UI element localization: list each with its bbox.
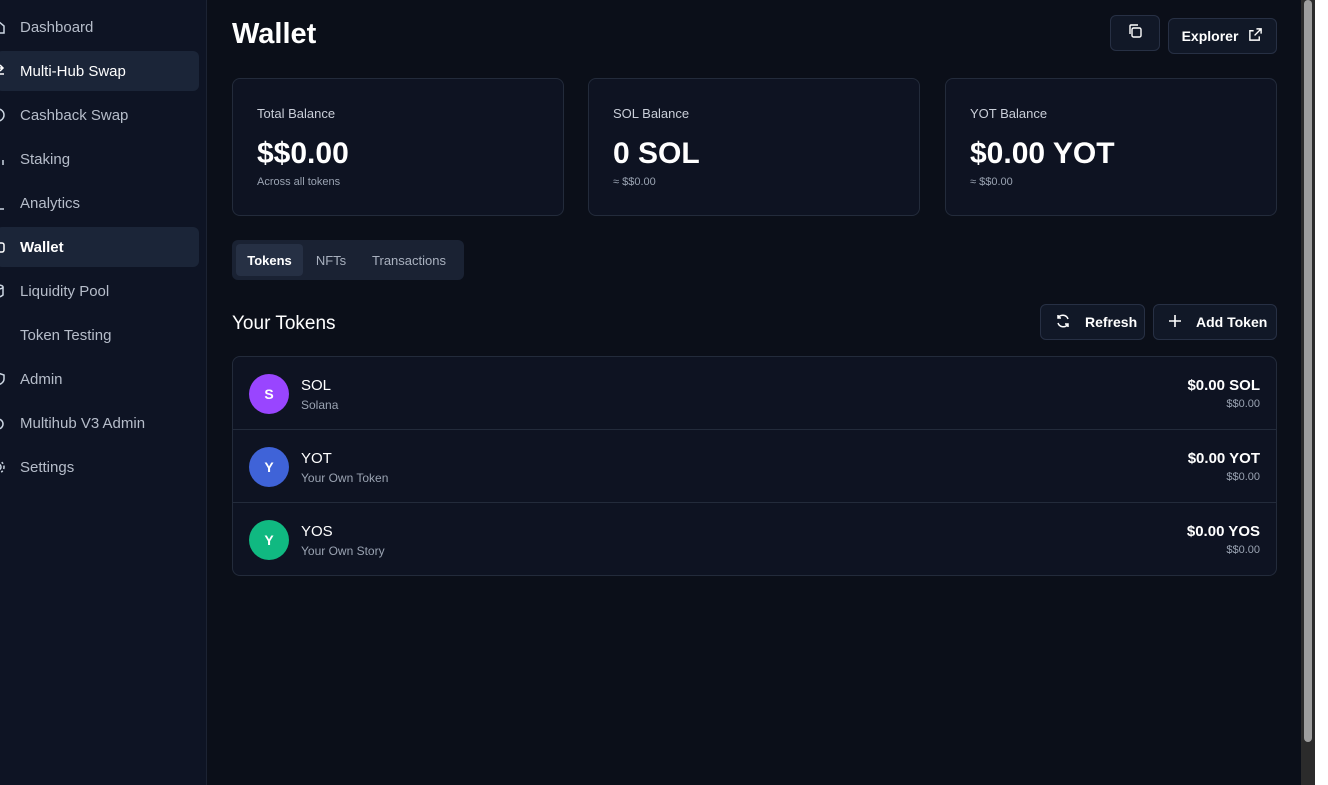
card-label: YOT Balance: [970, 106, 1048, 121]
home-icon: [0, 7, 20, 47]
sidebar-item-admin[interactable]: Admin: [0, 359, 199, 399]
test-icon: [0, 315, 20, 355]
total-balance-card: Total Balance $$0.00 Across all tokens: [232, 78, 564, 216]
shield-icon: [0, 359, 20, 399]
list-item[interactable]: Y YOS Your Own Story $0.00 YOS $$0.00: [233, 503, 1276, 576]
staking-icon: [0, 139, 20, 179]
sidebar-item-label: Staking: [20, 150, 71, 168]
token-symbol: SOL: [301, 377, 332, 394]
admin-icon: [0, 403, 20, 443]
sidebar-item-wallet[interactable]: Wallet: [0, 227, 199, 267]
sidebar-item-settings[interactable]: Settings: [0, 447, 199, 487]
list-item[interactable]: Y YOT Your Own Token $0.00 YOT $$0.00: [233, 430, 1276, 503]
sidebar-item-label: Cashback Swap: [20, 106, 129, 124]
token-usd-value: $$0.00: [1226, 544, 1260, 556]
pool-icon: [0, 271, 20, 311]
sidebar-item-token-testing[interactable]: Token Testing: [0, 315, 199, 355]
sidebar-item-label: Settings: [20, 458, 75, 476]
sidebar-item-label: Wallet: [20, 238, 64, 256]
wallet-tabs: Tokens NFTs Transactions: [232, 240, 464, 280]
token-avatar: Y: [249, 520, 289, 560]
chart-icon: [0, 183, 20, 223]
sidebar-item-label: Multihub V3 Admin: [20, 414, 146, 432]
copy-address-button[interactable]: [1110, 15, 1160, 51]
tab-transactions[interactable]: Transactions: [359, 244, 459, 276]
scrollbar-thumb[interactable]: [1304, 0, 1312, 742]
token-name: Your Own Story: [301, 544, 385, 558]
swap-icon: [0, 51, 20, 91]
cashback-icon: [0, 95, 20, 135]
tab-tokens[interactable]: Tokens: [236, 244, 303, 276]
token-balance: $0.00 YOS: [1186, 523, 1260, 540]
explorer-button-label: Explorer: [1181, 28, 1239, 44]
sidebar-item-cashback-swap[interactable]: Cashback Swap: [0, 95, 199, 135]
sidebar-item-liquidity-pool[interactable]: Liquidity Pool: [0, 271, 199, 311]
section-title: Your Tokens: [232, 313, 336, 334]
token-balance: $0.00 YOT: [1187, 450, 1260, 467]
token-name: Your Own Token: [301, 471, 389, 485]
sol-balance-card: SOL Balance 0 SOL ≈ $$0.00: [588, 78, 920, 216]
sidebar-item-analytics[interactable]: Analytics: [0, 183, 199, 223]
page-title: Wallet: [232, 18, 317, 50]
plus-icon: [1168, 314, 1182, 331]
gear-icon: [0, 447, 20, 487]
sidebar-item-multi-hub-swap[interactable]: Multi-Hub Swap: [0, 51, 199, 91]
sidebar-item-label: Admin: [20, 370, 63, 388]
sidebar-item-dashboard[interactable]: Dashboard: [0, 7, 199, 47]
token-symbol: YOS: [301, 523, 333, 540]
sidebar-item-label: Token Testing: [20, 326, 112, 344]
card-value: $$0.00: [257, 137, 349, 170]
refresh-button[interactable]: Refresh: [1040, 304, 1145, 340]
card-subtext: ≈ $$0.00: [613, 176, 656, 188]
sidebar-item-label: Liquidity Pool: [20, 282, 110, 300]
add-token-button-label: Add Token: [1196, 314, 1268, 330]
wallet-icon: [0, 227, 20, 267]
sidebar-item-multihub-v3-admin[interactable]: Multihub V3 Admin: [0, 403, 199, 443]
card-label: Total Balance: [257, 106, 336, 121]
card-value: 0 SOL: [613, 137, 700, 170]
sidebar-item-label: Dashboard: [20, 18, 94, 36]
refresh-icon: [1055, 313, 1071, 332]
token-balance: $0.00 SOL: [1187, 377, 1260, 394]
card-label: SOL Balance: [613, 106, 690, 121]
external-link-icon: [1248, 27, 1263, 45]
sidebar: Dashboard Multi-Hub Swap Cashback Swap S…: [0, 0, 207, 785]
card-subtext: Across all tokens: [257, 176, 341, 188]
sidebar-item-label: Analytics: [20, 194, 81, 212]
token-usd-value: $$0.00: [1226, 471, 1260, 483]
token-name: Solana: [301, 398, 339, 412]
main-content: Wallet Explorer Total Balance $$0.00 Acr…: [208, 0, 1301, 785]
card-value: $0.00 YOT: [970, 137, 1115, 170]
token-avatar: Y: [249, 447, 289, 487]
explorer-button[interactable]: Explorer: [1168, 18, 1277, 54]
sidebar-item-staking[interactable]: Staking: [0, 139, 199, 179]
list-item[interactable]: S SOL Solana $0.00 SOL $$0.00: [233, 357, 1276, 430]
refresh-button-label: Refresh: [1085, 314, 1138, 330]
token-usd-value: $$0.00: [1226, 398, 1260, 410]
sidebar-item-label: Multi-Hub Swap: [20, 62, 126, 80]
copy-icon: [1127, 23, 1143, 44]
token-list: S SOL Solana $0.00 SOL $$0.00 Y YOT Your…: [232, 356, 1277, 576]
token-symbol: YOT: [301, 450, 332, 467]
add-token-button[interactable]: Add Token: [1153, 304, 1277, 340]
yot-balance-card: YOT Balance $0.00 YOT ≈ $$0.00: [945, 78, 1277, 216]
card-subtext: ≈ $$0.00: [970, 176, 1013, 188]
window-edge: [1315, 0, 1328, 785]
tab-nfts[interactable]: NFTs: [305, 244, 357, 276]
token-avatar: S: [249, 374, 289, 414]
